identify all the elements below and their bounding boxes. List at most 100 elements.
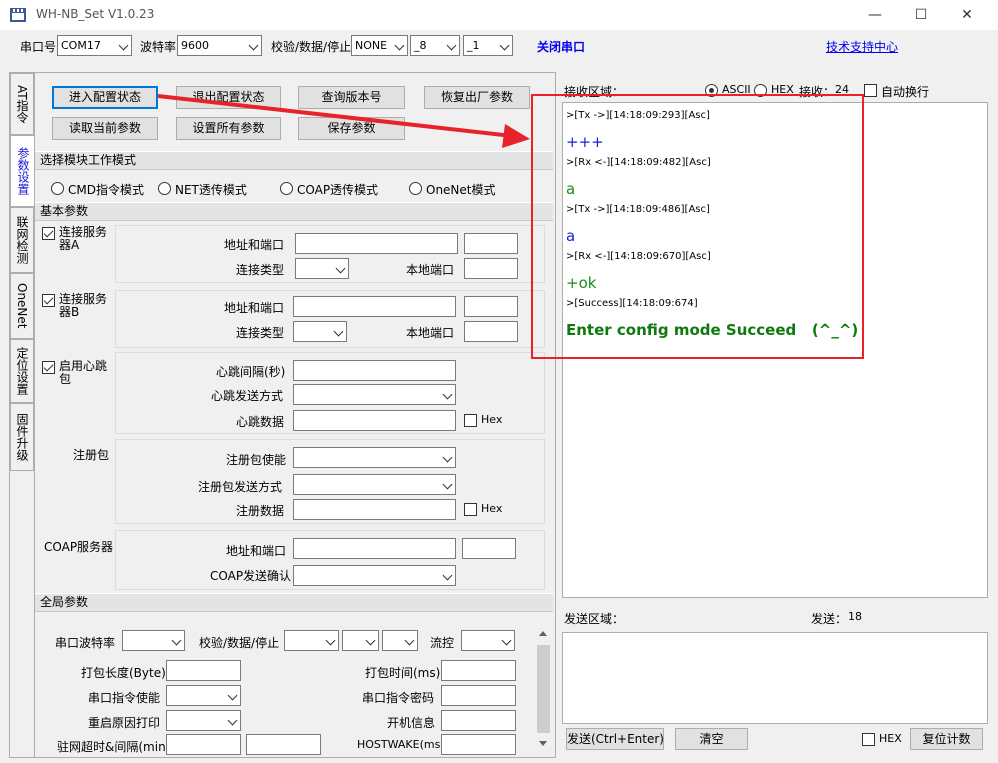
server-b-checkbox[interactable]	[42, 294, 55, 307]
databits-select[interactable]: _8	[410, 35, 460, 56]
heartbeat-mode-label: 心跳发送方式	[211, 389, 284, 403]
server-a-address-input[interactable]	[295, 233, 458, 254]
tab-network-check[interactable]: 联网检测	[10, 207, 34, 273]
server-a-checkbox[interactable]	[42, 227, 55, 240]
chevron-down-icon	[118, 40, 129, 51]
close-window-button[interactable]: ✕	[944, 0, 990, 30]
global-section-title: 全局参数	[35, 593, 553, 612]
close-port-button[interactable]: 关闭串口	[537, 38, 585, 55]
register-enable-label: 注册包使能	[226, 453, 287, 467]
flow-select[interactable]	[461, 630, 515, 651]
tab-firmware-upgrade[interactable]: 固件升级	[10, 403, 34, 471]
reset-count-button[interactable]: 复位计数	[910, 728, 983, 750]
server-b-address-input[interactable]	[293, 296, 456, 317]
register-hex-checkbox[interactable]	[464, 503, 477, 516]
read-params-button[interactable]: 读取当前参数	[52, 117, 158, 140]
restart-print-select[interactable]	[166, 710, 241, 731]
send-count-label: 发送：	[811, 612, 848, 626]
stopbits-select[interactable]: _1	[463, 35, 513, 56]
hostwake-input[interactable]	[441, 734, 516, 755]
maximize-button[interactable]: ☐	[898, 0, 944, 30]
parity-select[interactable]: NONE	[351, 35, 408, 56]
hex-label: Hex	[481, 502, 503, 515]
heartbeat-interval-input[interactable]	[293, 360, 456, 381]
server-a-type-select[interactable]	[295, 258, 349, 279]
send-hex-checkbox[interactable]	[862, 733, 875, 746]
chevron-down-icon	[442, 479, 453, 490]
global-baud-label: 串口波特率	[55, 636, 116, 650]
hex-label: Hex	[481, 413, 503, 426]
pack-time-input[interactable]	[441, 660, 516, 681]
chevron-down-icon	[404, 635, 415, 646]
heartbeat-label: 启用心跳包	[59, 359, 108, 386]
heartbeat-mode-select[interactable]	[293, 384, 456, 405]
clear-button[interactable]: 清空	[675, 728, 748, 750]
addr-label: 地址和端口	[226, 544, 287, 558]
boot-info-label: 开机信息	[387, 716, 436, 730]
chevron-down-icon	[333, 326, 344, 337]
register-enable-select[interactable]	[293, 447, 456, 468]
tab-param-settings[interactable]: 参数设置	[10, 135, 34, 207]
heartbeat-hex-checkbox[interactable]	[464, 414, 477, 427]
idle-timeout-input[interactable]	[166, 734, 241, 755]
server-a-local-port-input[interactable]	[464, 258, 518, 279]
enter-config-button[interactable]: 进入配置状态	[52, 86, 158, 109]
pack-length-input[interactable]	[166, 660, 241, 681]
support-link[interactable]: 技术支持中心	[826, 38, 898, 55]
server-b-type-select[interactable]	[293, 321, 347, 342]
radio-cmd-mode[interactable]	[51, 182, 64, 195]
coap-port-input[interactable]	[462, 538, 516, 559]
server-a-port-input[interactable]	[464, 233, 518, 254]
idle-interval-input[interactable]	[246, 734, 321, 755]
chevron-down-icon	[499, 40, 510, 51]
tab-at-commands[interactable]: AT指令	[10, 73, 34, 135]
tab-location-settings[interactable]: 定位设置	[10, 339, 34, 403]
coap-address-input[interactable]	[293, 538, 456, 559]
radio-label: COAP透传模式	[297, 183, 379, 197]
send-textarea[interactable]	[562, 632, 988, 724]
scroll-up-icon[interactable]	[539, 631, 547, 636]
radio-coap-mode[interactable]	[280, 182, 293, 195]
chevron-down-icon	[335, 263, 346, 274]
send-button[interactable]: 发送(Ctrl+Enter)	[566, 728, 664, 750]
chevron-down-icon	[227, 715, 238, 726]
tab-onenet[interactable]: OneNet	[10, 273, 34, 339]
boot-info-input[interactable]	[441, 710, 516, 731]
scroll-down-icon[interactable]	[539, 741, 547, 746]
port-select[interactable]: COM17	[57, 35, 132, 56]
server-b-local-port-input[interactable]	[464, 321, 518, 342]
cmd-enable-select[interactable]	[166, 685, 241, 706]
chevron-down-icon	[442, 570, 453, 581]
server-b-port-input[interactable]	[464, 296, 518, 317]
autowrap-checkbox[interactable]	[864, 84, 877, 97]
chevron-down-icon	[325, 635, 336, 646]
global-scrollbar[interactable]	[535, 627, 552, 755]
minimize-button[interactable]: —	[852, 0, 898, 30]
radio-onenet-mode[interactable]	[409, 182, 422, 195]
global-stopbits-select[interactable]	[382, 630, 418, 651]
baud-select[interactable]: 9600	[177, 35, 262, 56]
toolbar: 串口号 COM17 波特率 9600 校验/数据/停止 NONE _8 _1 关…	[0, 30, 998, 62]
heartbeat-data-label: 心跳数据	[236, 415, 285, 429]
global-databits-select[interactable]	[342, 630, 379, 651]
server-a-label: 连接服务器A	[59, 225, 108, 252]
chevron-down-icon	[171, 635, 182, 646]
port-label: 串口号	[20, 40, 57, 54]
register-mode-select[interactable]	[293, 474, 456, 495]
global-parity-label: 校验/数据/停止	[199, 636, 280, 650]
autowrap-label: 自动换行	[881, 85, 930, 99]
chevron-down-icon	[394, 40, 405, 51]
radio-net-mode[interactable]	[158, 182, 171, 195]
scroll-thumb[interactable]	[537, 645, 550, 733]
cmd-password-input[interactable]	[441, 685, 516, 706]
register-data-input[interactable]	[293, 499, 456, 520]
heartbeat-data-input[interactable]	[293, 410, 456, 431]
heartbeat-checkbox[interactable]	[42, 361, 55, 374]
global-baud-select[interactable]	[122, 630, 185, 651]
parity-label: 校验/数据/停止	[271, 40, 352, 54]
basic-section-title: 基本参数	[35, 202, 553, 221]
local-port-label: 本地端口	[406, 263, 455, 277]
global-parity-select[interactable]	[284, 630, 339, 651]
coap-confirm-select[interactable]	[293, 565, 456, 586]
annotation-arrow-icon	[157, 94, 530, 148]
